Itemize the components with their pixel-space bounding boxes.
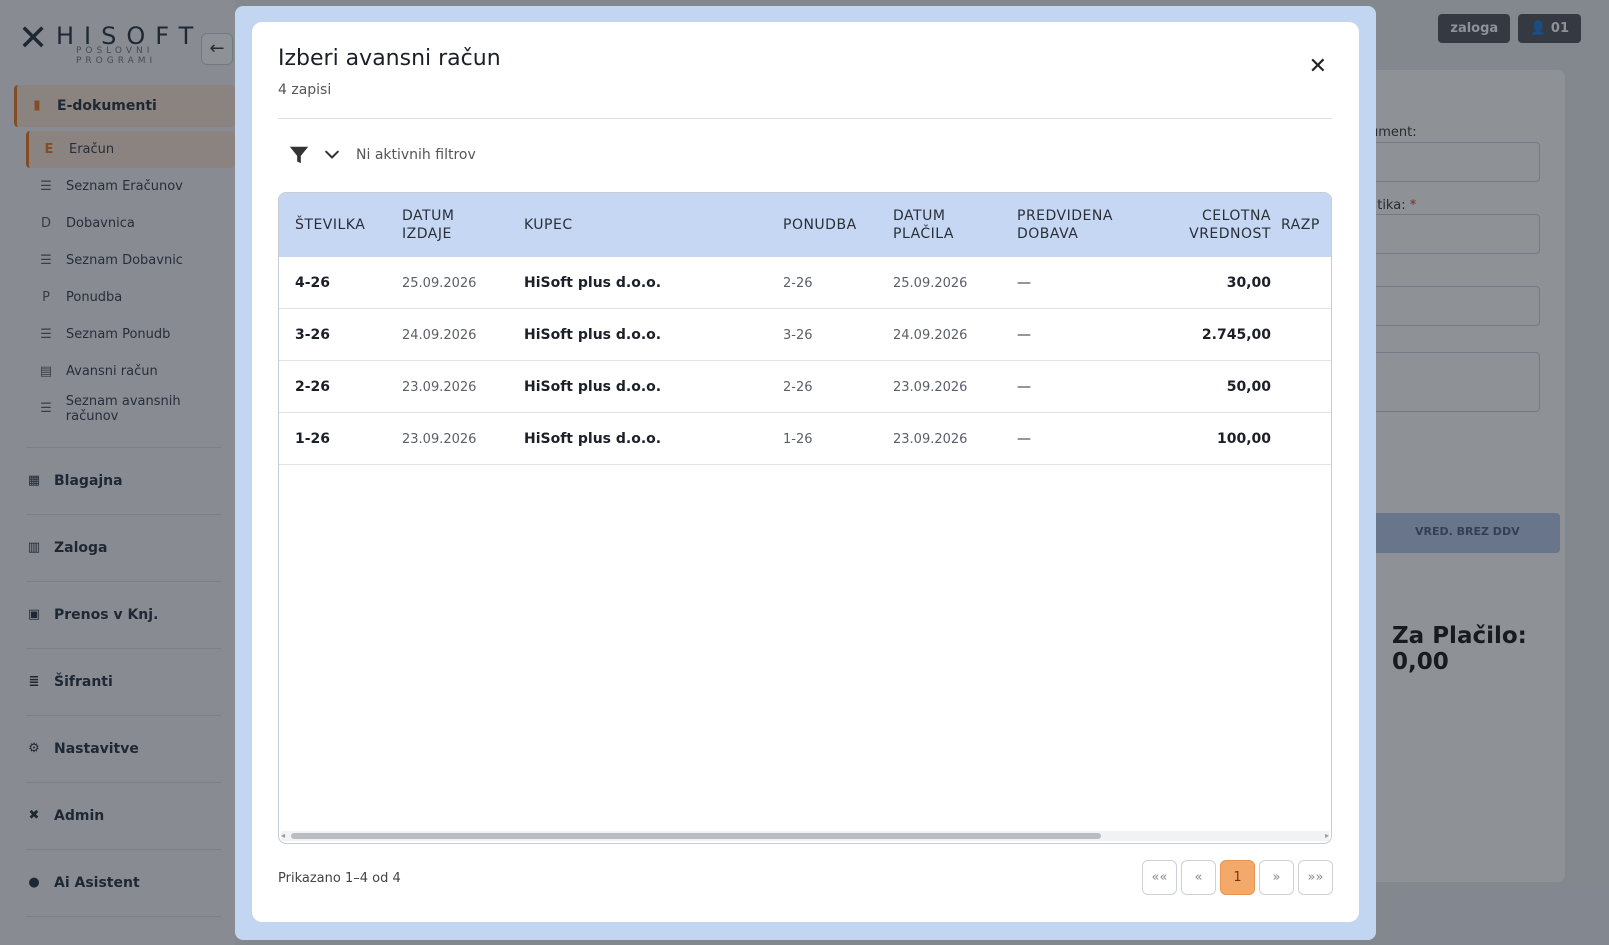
horizontal-scrollbar[interactable]: ◂ ▸ bbox=[281, 831, 1329, 841]
cell-ponudba: 1-26 bbox=[783, 431, 813, 447]
cell-placilo: 23.09.2026 bbox=[893, 431, 968, 447]
table-row[interactable]: 3-26 24.09.2026 HiSoft plus d.o.o. 3-26 … bbox=[279, 309, 1331, 361]
cell-datum: 23.09.2026 bbox=[402, 379, 477, 395]
col-datum-izdaje[interactable]: DATUM IZDAJE bbox=[402, 193, 492, 257]
cell-placilo: 25.09.2026 bbox=[893, 275, 968, 291]
table-row[interactable]: 1-26 23.09.2026 HiSoft plus d.o.o. 1-26 … bbox=[279, 413, 1331, 465]
cell-vrednost: 2.745,00 bbox=[1201, 327, 1271, 343]
cell-ponudba: 2-26 bbox=[783, 275, 813, 291]
select-advance-invoice-modal: Izberi avansni račun 4 zapisi ✕ Ni aktiv… bbox=[252, 22, 1359, 922]
table-header: ŠTEVILKA DATUM IZDAJE KUPEC PONUDBA DATU… bbox=[279, 193, 1331, 257]
record-count: 4 zapisi bbox=[278, 82, 332, 98]
scrollbar-thumb[interactable] bbox=[291, 833, 1101, 839]
last-page-button[interactable]: »» bbox=[1298, 860, 1333, 895]
cell-vrednost: 100,00 bbox=[1216, 431, 1271, 447]
cell-stevilka: 2-26 bbox=[295, 379, 331, 395]
cell-datum: 23.09.2026 bbox=[402, 431, 477, 447]
chevron-down-icon[interactable] bbox=[322, 145, 342, 165]
cell-kupec: HiSoft plus d.o.o. bbox=[524, 327, 662, 343]
filter-icon[interactable] bbox=[288, 144, 310, 166]
cell-vrednost: 30,00 bbox=[1226, 275, 1271, 291]
cell-ponudba: 3-26 bbox=[783, 327, 813, 343]
scroll-right-icon[interactable]: ▸ bbox=[1325, 831, 1329, 841]
filter-status: Ni aktivnih filtrov bbox=[356, 147, 476, 163]
cell-vrednost: 50,00 bbox=[1226, 379, 1271, 395]
cell-datum: 25.09.2026 bbox=[402, 275, 477, 291]
cell-ponudba: 2-26 bbox=[783, 379, 813, 395]
close-icon[interactable]: ✕ bbox=[1309, 56, 1327, 78]
pagination-summary: Prikazano 1–4 od 4 bbox=[278, 871, 401, 886]
cell-placilo: 24.09.2026 bbox=[893, 327, 968, 343]
cell-kupec: HiSoft plus d.o.o. bbox=[524, 275, 662, 291]
prev-page-button[interactable]: « bbox=[1181, 860, 1216, 895]
cell-dobava: — bbox=[1017, 379, 1031, 395]
next-page-button[interactable]: » bbox=[1259, 860, 1294, 895]
cell-datum: 24.09.2026 bbox=[402, 327, 477, 343]
filter-bar: Ni aktivnih filtrov bbox=[278, 140, 476, 170]
cell-dobava: — bbox=[1017, 431, 1031, 447]
first-page-button[interactable]: «« bbox=[1142, 860, 1177, 895]
invoice-table: ŠTEVILKA DATUM IZDAJE KUPEC PONUDBA DATU… bbox=[278, 192, 1332, 844]
modal-title: Izberi avansni račun bbox=[278, 46, 501, 71]
col-stevilka[interactable]: ŠTEVILKA bbox=[295, 193, 395, 257]
scroll-left-icon[interactable]: ◂ bbox=[281, 831, 285, 841]
table-row[interactable]: 2-26 23.09.2026 HiSoft plus d.o.o. 2-26 … bbox=[279, 361, 1331, 413]
col-celotna-vrednost[interactable]: CELOTNA VREDNOST bbox=[1159, 193, 1271, 257]
page-1-button[interactable]: 1 bbox=[1220, 860, 1255, 895]
cell-kupec: HiSoft plus d.o.o. bbox=[524, 431, 662, 447]
pagination: «« « 1 » »» bbox=[1142, 860, 1333, 895]
cell-placilo: 23.09.2026 bbox=[893, 379, 968, 395]
cell-stevilka: 3-26 bbox=[295, 327, 331, 343]
col-kupec[interactable]: KUPEC bbox=[524, 193, 724, 257]
cell-dobava: — bbox=[1017, 327, 1031, 343]
col-predvidena-dobava[interactable]: PREDVIDENA DOBAVA bbox=[1017, 193, 1127, 257]
col-ponudba[interactable]: PONUDBA bbox=[783, 193, 883, 257]
cell-kupec: HiSoft plus d.o.o. bbox=[524, 379, 662, 395]
cell-dobava: — bbox=[1017, 275, 1031, 291]
modal-divider bbox=[278, 118, 1332, 119]
cell-stevilka: 4-26 bbox=[295, 275, 331, 291]
col-datum-placila[interactable]: DATUM PLAČILA bbox=[893, 193, 988, 257]
cell-stevilka: 1-26 bbox=[295, 431, 331, 447]
table-row[interactable]: 4-26 25.09.2026 HiSoft plus d.o.o. 2-26 … bbox=[279, 257, 1331, 309]
col-razp[interactable]: RAZP bbox=[1281, 193, 1331, 257]
